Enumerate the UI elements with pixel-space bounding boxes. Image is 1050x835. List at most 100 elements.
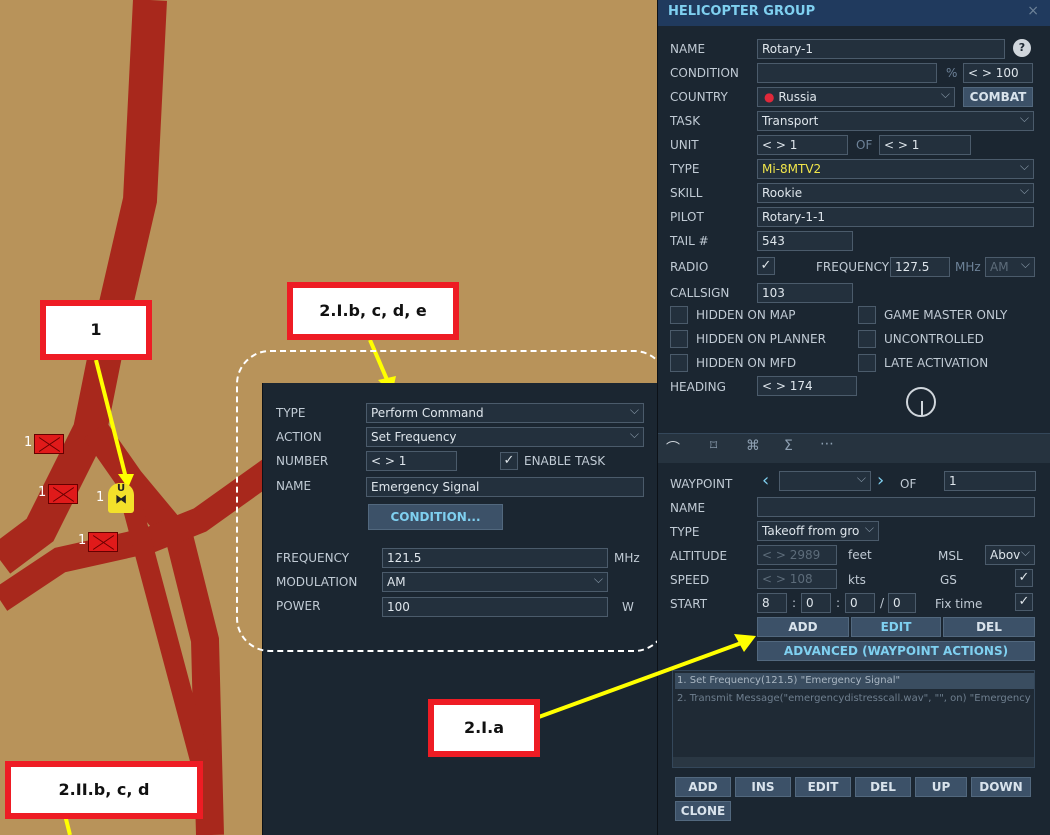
skill-select[interactable]: Rookie — [757, 183, 1034, 203]
waypoint-del-button[interactable]: DEL — [943, 617, 1035, 637]
waypoint-of-label: OF — [900, 477, 917, 491]
panel-header: HELICOPTER GROUP × — [658, 0, 1050, 26]
radio-frequency-label: FREQUENCY — [816, 260, 890, 274]
country-select[interactable]: ● Russia — [757, 87, 955, 107]
unit-of-stepper[interactable]: < > 1 — [879, 135, 971, 155]
enemy-unit-marker[interactable] — [88, 532, 118, 552]
start-seconds[interactable]: 0 — [845, 593, 875, 613]
altitude-label: ALTITUDE — [670, 549, 728, 563]
waypoint-name-input[interactable] — [757, 497, 1035, 517]
speed-label: SPEED — [670, 573, 710, 587]
start-hours[interactable]: 8 — [757, 593, 787, 613]
advanced-waypoint-actions-button[interactable]: ADVANCED (WAYPOINT ACTIONS) — [757, 641, 1035, 661]
ground-speed-checkbox[interactable]: ✓ — [1015, 569, 1033, 587]
tab-more-icon[interactable]: ⋯ — [820, 436, 834, 452]
waypoint-prev-icon[interactable]: ‹ — [762, 470, 769, 491]
late-activation-checkbox[interactable] — [858, 354, 876, 372]
action-down-button[interactable]: DOWN — [971, 777, 1031, 797]
tail-input[interactable]: 543 — [757, 231, 853, 251]
callsign-input[interactable]: 103 — [757, 283, 853, 303]
start-sep: : — [792, 596, 797, 610]
waypoint-next-icon[interactable]: › — [877, 470, 884, 491]
heading-label: HEADING — [670, 380, 726, 394]
action-del-button[interactable]: DEL — [855, 777, 911, 797]
hidden-on-planner-checkbox[interactable] — [670, 330, 688, 348]
helicopter-group-marker[interactable]: U ⧓ — [108, 483, 134, 513]
start-sep: : — [836, 596, 841, 610]
condition-percent-stepper[interactable]: < > 100 — [963, 63, 1033, 83]
start-day[interactable]: 0 — [888, 593, 916, 613]
waypoint-select[interactable] — [779, 471, 871, 491]
unit-stepper[interactable]: < > 1 — [757, 135, 848, 155]
waypoint-label: WAYPOINT — [670, 477, 733, 491]
heading-stepper[interactable]: < > 174 — [757, 376, 857, 396]
action-up-button[interactable]: UP — [915, 777, 967, 797]
pilot-label: PILOT — [670, 210, 704, 224]
enemy-unit-marker[interactable] — [34, 434, 64, 454]
tab-payload-icon[interactable]: ⌘ — [746, 438, 760, 454]
uncontrolled-checkbox[interactable] — [858, 330, 876, 348]
task-select[interactable]: Transport — [757, 111, 1034, 131]
condition-input[interactable] — [757, 63, 937, 83]
task-label: TASK — [670, 114, 701, 128]
radio-modulation-select[interactable]: AM — [985, 257, 1035, 277]
radio-frequency-input[interactable]: 127.5 — [890, 257, 950, 277]
panel-title: HELICOPTER GROUP — [668, 4, 816, 19]
radio-checkbox[interactable]: ✓ — [757, 257, 775, 275]
condition-label: CONDITION — [670, 66, 739, 80]
hidden-on-map-checkbox[interactable] — [670, 306, 688, 324]
waypoint-type-select[interactable]: Takeoff from gro — [757, 521, 879, 541]
altitude-stepper[interactable]: < > 2989 — [757, 545, 837, 565]
help-icon[interactable]: ? — [1013, 39, 1031, 57]
unit-count: 1 — [96, 490, 105, 505]
unit-of-label: OF — [856, 138, 873, 152]
start-minutes[interactable]: 0 — [801, 593, 831, 613]
action-ins-button[interactable]: INS — [735, 777, 791, 797]
late-activation-label: LATE ACTIVATION — [884, 356, 989, 370]
action-add-button[interactable]: ADD — [675, 777, 731, 797]
close-icon[interactable]: × — [1027, 3, 1039, 19]
percent-sign: % — [946, 66, 958, 80]
waypoint-edit-button[interactable]: EDIT — [851, 617, 941, 637]
fix-time-checkbox[interactable]: ✓ — [1015, 593, 1033, 611]
altitude-unit: feet — [848, 548, 872, 562]
callout-1: 1 — [40, 300, 152, 360]
tab-summary-icon[interactable]: Σ — [784, 438, 793, 454]
skill-label: SKILL — [670, 186, 703, 200]
actions-scrollbar[interactable] — [673, 757, 1034, 767]
game-master-only-checkbox[interactable] — [858, 306, 876, 324]
callout-2-i-b: 2.I.b, c, d, e — [287, 282, 459, 340]
group-name-input[interactable]: Rotary-1 — [757, 39, 1005, 59]
aircraft-type-label: TYPE — [670, 162, 700, 176]
waypoint-type-label: TYPE — [670, 525, 700, 539]
callsign-label: CALLSIGN — [670, 286, 730, 300]
country-label: COUNTRY — [670, 90, 728, 104]
heading-dial[interactable] — [906, 387, 936, 417]
country-flag-dot: ● — [764, 90, 775, 104]
waypoint-count: 1 — [944, 471, 1036, 491]
tab-waypoints-icon[interactable]: ⌒ — [666, 438, 692, 460]
unit-count: 1 — [24, 435, 33, 450]
highlight-outline — [236, 350, 668, 652]
hidden-on-planner-label: HIDDEN ON PLANNER — [696, 332, 826, 346]
ground-speed-label: GS — [940, 573, 957, 587]
hidden-on-map-label: HIDDEN ON MAP — [696, 308, 796, 322]
aircraft-type-select[interactable]: Mi-8MTV2 — [757, 159, 1034, 179]
action-edit-button[interactable]: EDIT — [795, 777, 851, 797]
enemy-unit-marker[interactable] — [48, 484, 78, 504]
action-clone-button[interactable]: CLONE — [675, 801, 731, 821]
combat-button[interactable]: COMBAT — [963, 87, 1033, 107]
speed-stepper[interactable]: < > 108 — [757, 569, 837, 589]
pilot-input[interactable]: Rotary-1-1 — [757, 207, 1034, 227]
hidden-on-mfd-checkbox[interactable] — [670, 354, 688, 372]
altitude-mode-select[interactable]: Abov — [985, 545, 1035, 565]
unit-count: 1 — [78, 533, 87, 548]
hidden-on-mfd-label: HIDDEN ON MFD — [696, 356, 797, 370]
radio-label: RADIO — [670, 260, 709, 274]
tab-triggered-actions-icon[interactable]: ⌑ — [710, 438, 717, 454]
group-name-label: NAME — [670, 42, 706, 56]
uncontrolled-label: UNCONTROLLED — [884, 332, 984, 346]
speed-unit: kts — [848, 573, 866, 587]
waypoint-add-button[interactable]: ADD — [757, 617, 849, 637]
country-value: Russia — [778, 90, 817, 104]
